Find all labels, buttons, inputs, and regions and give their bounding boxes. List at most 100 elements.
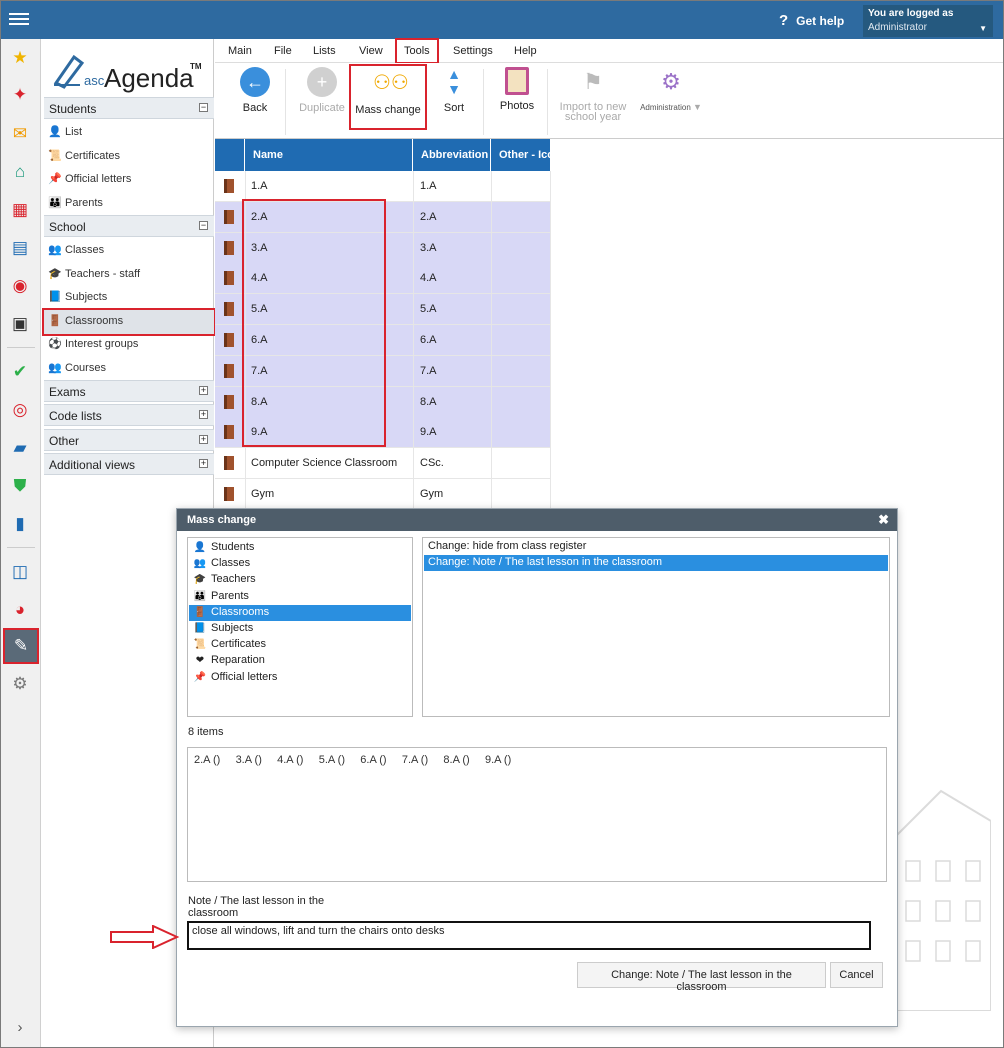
menu-lists[interactable]: Lists <box>313 45 336 57</box>
user-menu[interactable]: You are logged as Administrator ▼ <box>863 5 993 37</box>
grid-header-name[interactable]: Name <box>245 139 413 171</box>
sidebar-item-label: Classrooms <box>65 314 124 327</box>
column-line <box>413 386 414 418</box>
sidebar-item-icon: 📜 <box>48 149 62 162</box>
back-button[interactable]: ← Back <box>239 67 271 114</box>
column-line <box>491 232 492 264</box>
grid-header-abbreviation[interactable]: Abbreviation <box>413 139 491 171</box>
mass-change-button[interactable]: ⚇⚇ Mass change <box>349 64 427 130</box>
book-icon[interactable]: ◫ <box>9 561 31 583</box>
section-exams[interactable]: Exams + <box>44 380 214 402</box>
column-line <box>413 479 414 510</box>
section-label: Additional views <box>49 458 136 472</box>
hamburger-menu-icon[interactable] <box>9 10 29 30</box>
entity-type-list[interactable]: 👤 Students 👥 Classes 🎓 Teachers 👪 Parents 🚪 Class… <box>187 537 413 717</box>
expand-icon[interactable]: + <box>199 459 208 468</box>
column-line <box>413 201 414 233</box>
sort-button[interactable]: ▲ ▼ Sort <box>439 67 469 115</box>
person-icon[interactable]: ◉ <box>9 275 31 297</box>
type-item-parents[interactable]: 👪 Parents <box>189 589 411 605</box>
menu-file[interactable]: File <box>274 45 292 57</box>
type-item-teachers[interactable]: 🎓 Teachers <box>189 572 411 588</box>
classroom-door-icon <box>224 179 234 193</box>
import-new-year-button[interactable]: ⚑ Import to new school year <box>557 67 629 123</box>
collapse-icon[interactable]: − <box>199 103 208 112</box>
section-students[interactable]: Students − <box>44 97 214 119</box>
expand-icon[interactable]: + <box>199 435 208 444</box>
grade-icon[interactable]: ◎ <box>9 399 31 421</box>
get-help-link[interactable]: ? Get help <box>779 12 844 29</box>
briefcase-icon[interactable]: ▰ <box>9 437 31 459</box>
magic-wand-icon[interactable]: ✦ <box>9 84 31 106</box>
photos-button[interactable]: Photos <box>497 67 537 112</box>
section-additional-views[interactable]: Additional views + <box>44 453 214 475</box>
change-item[interactable]: Change: Note / The last lesson in the cl… <box>424 555 888 571</box>
duplicate-button[interactable]: + Duplicate <box>297 67 347 114</box>
type-item-label: Official letters <box>211 670 278 683</box>
gear-icon[interactable]: ⚙ <box>9 673 31 695</box>
top-bar: ? Get help You are logged as Administrato… <box>1 1 1003 39</box>
table-row[interactable]: 1.A 1.A <box>215 171 551 202</box>
sidebar-item-icon: 👤 <box>48 126 62 138</box>
notebook-icon[interactable]: ▤ <box>9 237 31 259</box>
logged-user: Administrator <box>868 22 927 33</box>
administration-button[interactable]: ⚙ Administration ▼ <box>635 67 707 112</box>
calendar-icon[interactable]: ▣ <box>9 313 31 335</box>
collapse-icon[interactable]: − <box>199 221 208 230</box>
sidebar-item-icon: 👪 <box>48 196 62 209</box>
column-line <box>550 171 551 202</box>
sidebar-item-courses[interactable]: 👥 Courses <box>44 357 214 379</box>
check-icon[interactable]: ✔ <box>9 361 31 383</box>
expand-icon[interactable]: + <box>199 410 208 419</box>
table-row[interactable]: Gym Gym <box>215 479 551 510</box>
row-name: Gym <box>251 488 275 500</box>
type-item-students[interactable]: 👤 Students <box>189 540 411 556</box>
expand-icon[interactable]: + <box>199 386 208 395</box>
menu-tools[interactable]: Tools <box>395 38 439 64</box>
table-row[interactable]: Computer Science Classroom CSc. <box>215 448 551 480</box>
apply-change-button[interactable]: Change: Note / The last lesson in the cl… <box>577 962 826 993</box>
sidebar-item-icon: 👥 <box>48 361 62 374</box>
change-type-list[interactable]: Change: hide from class register Change: … <box>422 537 890 717</box>
note-input[interactable]: close all windows, lift and turn the cha… <box>187 921 871 950</box>
type-item-reparation[interactable]: ❤ Reparation <box>189 653 411 669</box>
sidebar-item-classrooms[interactable]: 🚪 Classrooms <box>42 307 216 336</box>
menu-help[interactable]: Help <box>514 45 537 57</box>
type-item-classrooms[interactable]: 🚪 Classrooms <box>189 604 411 621</box>
sidebar-item-interest-groups[interactable]: ⚽ Interest groups <box>44 333 214 355</box>
column-line <box>550 201 551 233</box>
chart-icon[interactable]: ▮ <box>9 513 31 535</box>
sidebar-item-parents[interactable]: 👪 Parents <box>44 192 214 214</box>
expand-chevron-icon[interactable]: › <box>9 1017 31 1039</box>
star-icon[interactable]: ★ <box>9 47 31 69</box>
mass-change-people-icon: ⚇⚇ <box>373 72 409 94</box>
menu-main[interactable]: Main <box>228 45 252 57</box>
sidebar-item-subjects[interactable]: 📘 Subjects <box>44 286 214 308</box>
home-icon[interactable]: ⌂ <box>9 161 31 183</box>
sidebar-item-official-letters[interactable]: 📌 Official letters <box>44 168 214 190</box>
section-other[interactable]: Other + <box>44 429 214 451</box>
section-code-lists[interactable]: Code lists + <box>44 404 214 426</box>
selected-items-box[interactable]: 2.A () 3.A () 4.A () 5.A () 6.A () 7.A (… <box>187 747 887 882</box>
sidebar-item-classes[interactable]: 👥 Classes <box>44 239 214 261</box>
type-item-icon: 👪 <box>193 590 207 602</box>
sidebar-item-list[interactable]: 👤 List <box>44 121 214 143</box>
mail-icon[interactable]: ✉ <box>9 123 31 145</box>
menu-settings[interactable]: Settings <box>453 45 493 57</box>
type-item-official-letters[interactable]: 📌 Official letters <box>189 670 411 686</box>
paperclip-icon[interactable]: ✎ <box>3 628 39 664</box>
close-icon[interactable]: ✖ <box>878 512 889 528</box>
type-item-certificates[interactable]: 📜 Certificates <box>189 637 411 653</box>
sidebar-item-certificates[interactable]: 📜 Certificates <box>44 145 214 167</box>
section-school[interactable]: School − <box>44 215 214 237</box>
chat-icon[interactable]: ◕ <box>9 599 31 621</box>
change-item[interactable]: Change: hide from class register <box>424 539 888 555</box>
menu-view[interactable]: View <box>359 45 383 57</box>
shield-icon[interactable]: ⛊ <box>9 475 31 497</box>
cancel-button[interactable]: Cancel <box>830 962 883 988</box>
type-item-subjects[interactable]: 📘 Subjects <box>189 621 411 637</box>
grid-header-other[interactable]: Other - Ico <box>491 139 551 171</box>
timetable-icon[interactable]: ▦ <box>9 199 31 221</box>
sidebar-item-teachers-staff[interactable]: 🎓 Teachers - staff <box>44 263 214 285</box>
type-item-classes[interactable]: 👥 Classes <box>189 556 411 572</box>
